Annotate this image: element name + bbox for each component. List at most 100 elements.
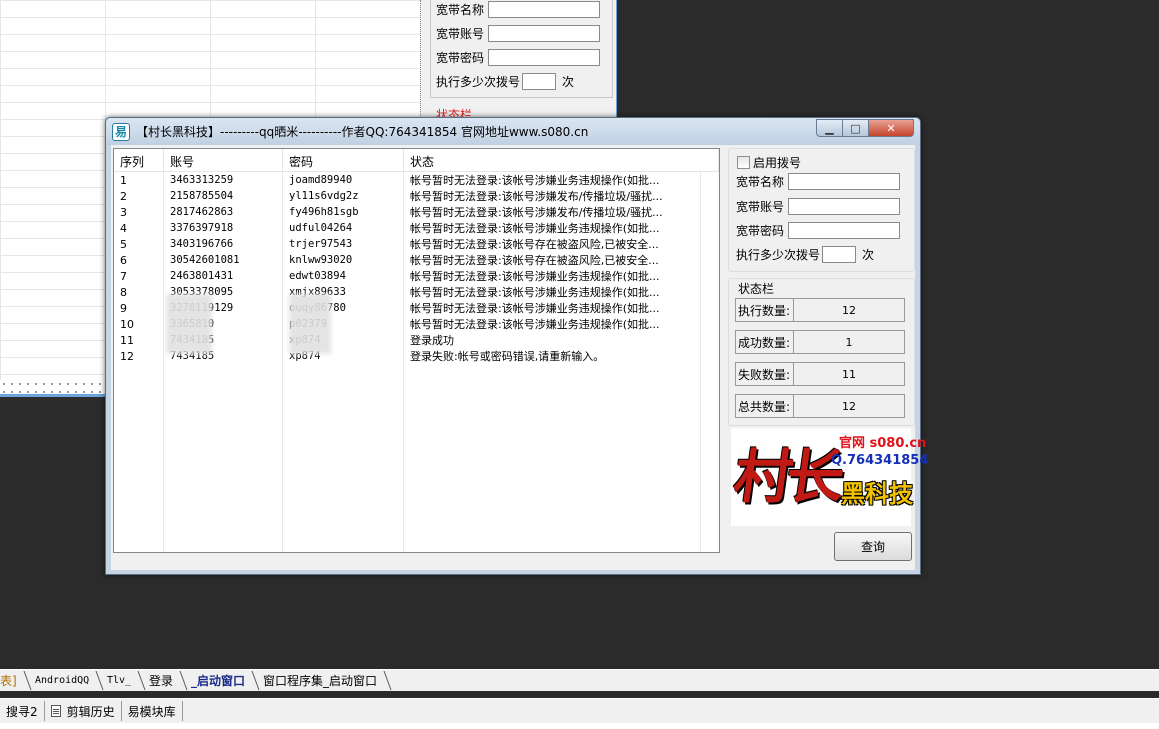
bg-name-row: 宽带名称 [436, 0, 600, 19]
title-bar[interactable]: 易 【村长黑科技】---------qq晒米----------作者QQ:764… [106, 118, 920, 145]
stat-success-value: 1 [845, 335, 853, 349]
cell-account: 2817462863 [170, 206, 234, 218]
tab-startup-window[interactable]: _启动窗口 [179, 671, 260, 690]
list-header: 序列 账号 密码 状态 [114, 149, 719, 172]
bg-retry-unit: 次 [562, 74, 575, 89]
retry-label: 执行多少次拨号 [736, 247, 821, 262]
enable-dial-label: 启用拨号 [753, 156, 802, 170]
cell-index: 3 [120, 205, 127, 219]
bg-password-label: 宽带密码 [436, 50, 485, 65]
stat-success: 成功数量: 1 [735, 330, 905, 354]
bg-retry-input[interactable] [522, 72, 557, 90]
enable-dial-checkbox[interactable]: 启用拨号 [737, 154, 801, 171]
cell-index: 8 [120, 285, 127, 299]
bg-account-label: 宽带账号 [436, 26, 485, 41]
account-label: 宽带账号 [736, 199, 785, 214]
clip-history-label: 剪辑历史 [66, 704, 115, 719]
account-row: 宽带账号 [736, 196, 900, 216]
table-row[interactable]: 4 3376397918 udful04264 帐号暂时无法登录:该帐号涉嫌业务违规操… [114, 220, 719, 236]
account-list[interactable]: 序列 账号 密码 状态 1 3463313259 joamd89940 帐号暂时无法登… [113, 148, 720, 553]
cell-status: 帐号暂时无法登录:该帐号涉嫌业务违规操作(如批... [410, 286, 660, 299]
clip-history-button[interactable]: 剪辑历史 [45, 701, 122, 721]
table-row[interactable]: 3 2817462863 fy496h81sgb 帐号暂时无法登录:该帐号涉嫌发布/传… [114, 204, 719, 220]
cell-account: 3376397918 [170, 222, 234, 234]
name-label: 宽带名称 [736, 174, 785, 189]
col-header-password[interactable]: 密码 [283, 149, 404, 171]
table-row[interactable]: 6 30542601081 knlww93020 帐号暂时无法登录:该帐号存在被盗风险… [114, 252, 719, 268]
tab-androidqq[interactable]: AndroidQQ [23, 671, 104, 690]
cell-status: 帐号暂时无法登录:该帐号涉嫌业务违规操作(如批... [410, 270, 660, 283]
bg-retry-label: 执行多少次拨号 [436, 74, 521, 89]
broadband-account-input[interactable] [788, 197, 900, 215]
cell-account: 3403196766 [170, 238, 234, 250]
bg-name-input[interactable] [488, 0, 600, 18]
tab-tlv-label: Tlv_ [106, 675, 131, 686]
stat-success-label: 成功数量: [736, 331, 794, 353]
cell-password: joamd89940 [289, 174, 353, 186]
cell-password: trjer97543 [289, 238, 353, 250]
maximize-button[interactable]: □ [843, 119, 869, 137]
cell-index: 1 [120, 173, 127, 187]
table-row[interactable]: 2 2158785504 yl11s6vdg2z 帐号暂时无法登录:该帐号涉嫌发布/传… [114, 188, 719, 204]
col-header-index[interactable]: 序列 [114, 149, 164, 171]
cell-index: 9 [120, 301, 127, 315]
search2-button[interactable]: 搜寻2 [0, 701, 45, 721]
checkbox-box[interactable] [737, 156, 750, 169]
cell-index: 10 [120, 317, 134, 331]
retry-count-input[interactable] [822, 245, 857, 263]
table-row[interactable]: 7 2463801431 edwt03894 帐号暂时无法登录:该帐号涉嫌业务违规操作… [114, 268, 719, 284]
broadband-name-input[interactable] [788, 172, 900, 190]
stat-failed: 失败数量: 11 [735, 362, 905, 386]
retry-unit: 次 [862, 247, 875, 262]
cell-index: 6 [120, 253, 127, 267]
table-row[interactable]: 5 3403196766 trjer97543 帐号暂时无法登录:该帐号存在被盗风险,… [114, 236, 719, 252]
cell-index: 2 [120, 189, 127, 203]
close-button[interactable]: ✕ [869, 119, 914, 137]
bg-account-input[interactable] [488, 24, 600, 42]
stat-executed: 执行数量: 12 [735, 298, 905, 322]
cell-status: 帐号暂时无法登录:该帐号存在被盗风险,已被安全... [410, 238, 659, 251]
window-title: 【村长黑科技】---------qq晒米----------作者QQ:76434… [136, 125, 589, 139]
module-library-label: 易模块库 [127, 704, 176, 719]
cell-account: 3463313259 [170, 174, 234, 186]
cell-status: 帐号暂时无法登录:该帐号涉嫌业务违规操作(如批... [410, 302, 660, 315]
col-header-status[interactable]: 状态 [404, 149, 719, 171]
cell-status: 帐号暂时无法登录:该帐号涉嫌发布/传播垃圾/骚扰... [410, 190, 663, 203]
stat-executed-label: 执行数量: [736, 299, 794, 321]
cell-status: 登录失败:帐号或密码错误,请重新输入。 [410, 350, 605, 363]
stat-failed-value: 11 [842, 367, 856, 381]
cell-password: knlww93020 [289, 254, 353, 266]
logo-brand-text: 黑科技 [841, 480, 913, 508]
bg-account-row: 宽带账号 [436, 23, 600, 43]
name-row: 宽带名称 [736, 171, 900, 191]
cell-password: udful04264 [289, 222, 353, 234]
stat-total: 总共数量: 12 [735, 394, 905, 418]
cell-index: 4 [120, 221, 127, 235]
table-row[interactable]: 1 3463313259 joamd89940 帐号暂时无法登录:该帐号涉嫌业务违规操… [114, 172, 719, 188]
window-controls: ▁ □ ✕ [816, 119, 914, 137]
password-label: 宽带密码 [736, 223, 785, 238]
bottom-strip [0, 723, 1159, 729]
bg-password-input[interactable] [488, 48, 600, 66]
tab-window-assembly-label: 窗口程序集_启动窗口 [263, 674, 378, 688]
query-button[interactable]: 查询 [834, 532, 912, 561]
cell-status: 登录成功 [410, 334, 454, 347]
logo-site-text: 官网 s080.cn [839, 436, 927, 451]
window-client: 序列 账号 密码 状态 1 3463313259 joamd89940 帐号暂时无法登… [111, 145, 928, 570]
tab-window-assembly[interactable]: 窗口程序集_启动窗口 [251, 671, 392, 690]
cell-index: 12 [120, 349, 134, 363]
logo-qq-text: Q.764341854 [831, 453, 929, 468]
bg-password-row: 宽带密码 [436, 47, 600, 67]
cell-password: fy496h81sgb [289, 206, 359, 218]
cell-account: 2158785504 [170, 190, 234, 202]
module-library-button[interactable]: 易模块库 [122, 701, 183, 721]
cell-index: 7 [120, 269, 127, 283]
tab-table-label: 表] [0, 674, 17, 688]
bg-retry-row: 执行多少次拨号 次 [436, 71, 574, 91]
col-header-account[interactable]: 账号 [164, 149, 283, 171]
redaction-blur [289, 294, 331, 354]
broadband-password-input[interactable] [788, 221, 900, 239]
minimize-button[interactable]: ▁ [816, 119, 843, 137]
brand-logo: 村长 官网 s080.cn Q.764341854 黑科技 [730, 428, 928, 526]
main-window: 易 【村长黑科技】---------qq晒米----------作者QQ:764… [105, 117, 928, 575]
